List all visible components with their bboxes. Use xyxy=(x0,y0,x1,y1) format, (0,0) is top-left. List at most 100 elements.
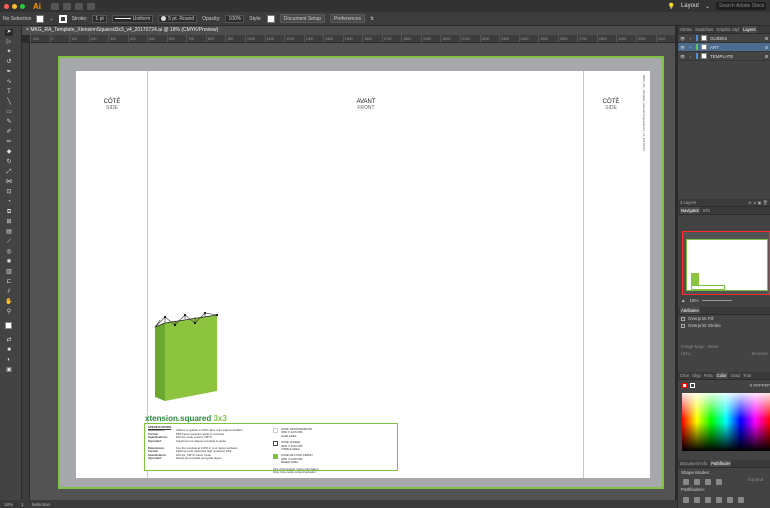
layer-row[interactable]: 👁 › TEMPLATE xyxy=(678,52,770,61)
tab-transparency[interactable]: Tran xyxy=(743,372,751,379)
direct-selection-tool-icon[interactable]: ▷ xyxy=(5,39,13,46)
perspective-grid-icon[interactable]: ⧉ xyxy=(5,209,13,216)
layer-target-icon[interactable] xyxy=(765,54,768,58)
status-zoom[interactable]: 18% xyxy=(4,502,13,507)
tab-stroke[interactable]: Stroke xyxy=(680,26,692,33)
hand-tool-icon[interactable]: ✋ xyxy=(5,299,13,306)
eraser-icon[interactable]: ◆ xyxy=(5,149,13,156)
shape-builder-icon[interactable]: ◔ xyxy=(5,199,13,206)
image-map-select[interactable]: None xyxy=(708,344,719,349)
overprint-fill-checkbox[interactable] xyxy=(681,316,685,321)
artboard[interactable]: CÔTÉ SIDE AVANT FRONT CÔTÉ SIDE MKG_RA_T… xyxy=(58,56,664,489)
document-setup-button[interactable]: Document Setup xyxy=(279,14,326,23)
exclude-icon[interactable] xyxy=(716,479,722,485)
arrange-icon[interactable]: ⇅ xyxy=(370,16,374,22)
layer-name[interactable]: GUIDES xyxy=(710,36,727,41)
overprint-stroke-checkbox[interactable] xyxy=(681,323,685,328)
pencil-icon[interactable]: ✏ xyxy=(5,139,13,146)
color-mode-icon[interactable]: ■ xyxy=(5,347,13,354)
navigator-zoom[interactable]: ▲ 18% xyxy=(681,298,733,303)
mesh-icon[interactable]: ⊞ xyxy=(5,219,13,226)
divide-icon[interactable] xyxy=(683,497,689,503)
tab-swatches[interactable]: Swatches xyxy=(695,26,713,33)
rectangle-tool-icon[interactable]: ▭ xyxy=(5,109,13,116)
magic-wand-icon[interactable]: ✦ xyxy=(5,49,13,56)
stroke-color-swatch[interactable] xyxy=(690,383,695,388)
visibility-eye-icon[interactable]: 👁 xyxy=(680,54,685,59)
horizontal-ruler[interactable]: -100 0 100 200 300 400 500 600 700 800 900 1000 1100… xyxy=(30,35,675,43)
minus-front-icon[interactable] xyxy=(694,479,700,485)
layer-name[interactable]: TEMPLATE xyxy=(710,54,733,59)
paintbrush-icon[interactable]: ✎ xyxy=(5,119,13,126)
selection-tool-icon[interactable]: ➤ xyxy=(5,29,13,36)
document-tab[interactable]: × MKG_RA_Template_XtensionSquared3x3_v4_… xyxy=(22,26,675,35)
tab-document-info[interactable]: Document Info xyxy=(680,460,707,467)
tab-layers[interactable]: Layers xyxy=(742,26,757,33)
rotate-icon[interactable]: ↻ xyxy=(5,159,13,166)
stroke-weight-field[interactable]: 1 pt xyxy=(92,14,107,23)
browser-button[interactable]: Browser xyxy=(751,351,768,356)
stroke-profile-dropdown[interactable]: Uniform xyxy=(111,14,154,23)
overprint-stroke-row[interactable]: Overprint Stroke xyxy=(678,322,770,329)
tab-glyphs[interactable]: Glyp xyxy=(692,372,701,379)
merge-icon[interactable] xyxy=(705,497,711,503)
slice-tool-icon[interactable]: ⫽ xyxy=(5,289,13,296)
tab-info[interactable]: Info xyxy=(703,207,710,214)
arrange-documents-icon[interactable] xyxy=(75,2,83,10)
close-window-button[interactable] xyxy=(4,3,9,9)
expand-arrow-icon[interactable]: › xyxy=(688,45,693,50)
width-tool-icon[interactable]: ⋈ xyxy=(5,179,13,186)
outline-icon[interactable] xyxy=(727,497,733,503)
tab-color[interactable]: Color xyxy=(715,372,728,379)
minus-back-icon[interactable] xyxy=(738,497,744,503)
gradient-icon[interactable]: ▤ xyxy=(5,229,13,236)
visibility-eye-icon[interactable]: 👁 xyxy=(680,45,685,50)
zoom-window-button[interactable] xyxy=(20,3,25,9)
fill-color-swatch[interactable] xyxy=(682,383,687,388)
eyedropper-icon[interactable]: ⟋ xyxy=(5,239,13,246)
vertical-ruler[interactable] xyxy=(22,43,30,500)
symbol-sprayer-icon[interactable]: ✺ xyxy=(5,259,13,266)
intersect-icon[interactable] xyxy=(705,479,711,485)
curvature-tool-icon[interactable]: ∿ xyxy=(5,79,13,86)
chevron-down-icon[interactable]: ⌄ xyxy=(705,3,710,10)
tab-gradient[interactable]: Grad xyxy=(731,372,740,379)
tab-navigator[interactable]: Navigator xyxy=(680,207,700,214)
tab-attributes[interactable]: Attributes xyxy=(680,307,700,314)
lasso-icon[interactable]: ↺ xyxy=(5,59,13,66)
bridge-icon[interactable] xyxy=(51,2,59,10)
zoom-slider[interactable] xyxy=(702,300,733,301)
hex-field[interactable]: # FFFFFF xyxy=(750,383,770,388)
preferences-button[interactable]: Preferences xyxy=(330,14,365,23)
drawing-mode-icon[interactable]: ◐ xyxy=(5,357,13,364)
swap-colors-icon[interactable]: ⇄ xyxy=(5,337,13,344)
minimize-window-button[interactable] xyxy=(12,3,17,9)
expand-arrow-icon[interactable]: › xyxy=(688,36,693,41)
crop-icon[interactable] xyxy=(716,497,722,503)
scale-icon[interactable]: ⤢ xyxy=(5,169,13,176)
status-artboard-number[interactable]: 1 xyxy=(21,502,24,507)
zoom-tool-icon[interactable]: ⚲ xyxy=(5,309,13,316)
artboard-tool-icon[interactable]: ⊏ xyxy=(5,279,13,286)
fill-swatch[interactable] xyxy=(36,14,45,23)
style-swatch[interactable] xyxy=(266,14,275,23)
blend-icon[interactable]: ◎ xyxy=(5,249,13,256)
stock-search-input[interactable]: Search Adobe Stock xyxy=(716,2,766,10)
tab-character[interactable]: Char xyxy=(680,372,689,379)
navigator-zoom-value[interactable]: 18% xyxy=(689,298,698,303)
layer-row[interactable]: 👁 › GUIDES xyxy=(678,34,770,43)
layer-actions-icon[interactable]: ⊕ ⇲ ▣ 🗑 xyxy=(748,199,768,206)
visibility-eye-icon[interactable]: 👁 xyxy=(680,36,685,41)
layer-target-icon[interactable] xyxy=(765,45,768,49)
tab-graphic-styles[interactable]: Graphic Styl xyxy=(716,26,739,33)
workspace-switcher[interactable]: Layout xyxy=(681,3,699,9)
canvas[interactable]: CÔTÉ SIDE AVANT FRONT CÔTÉ SIDE MKG_RA_T… xyxy=(30,43,675,500)
chevron-down-icon[interactable]: ⌄ xyxy=(49,16,53,22)
navigator-preview[interactable] xyxy=(682,231,770,295)
stock-icon[interactable] xyxy=(63,2,71,10)
layer-row[interactable]: 👁 › ART xyxy=(678,43,770,52)
screen-mode-icon[interactable]: ▣ xyxy=(5,367,13,374)
pen-tool-icon[interactable]: ✒ xyxy=(5,69,13,76)
expand-arrow-icon[interactable]: › xyxy=(688,54,693,59)
status-tool[interactable]: Selection xyxy=(32,502,51,507)
